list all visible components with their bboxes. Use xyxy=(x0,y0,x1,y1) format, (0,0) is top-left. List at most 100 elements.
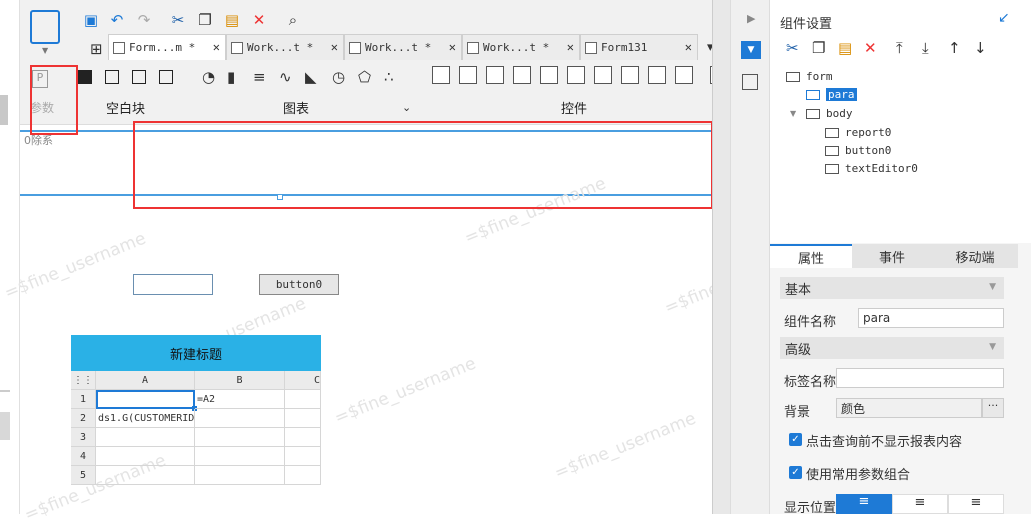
tab-work-1[interactable]: Work...t * ✕ xyxy=(226,34,344,60)
undo-icon[interactable]: ↶ xyxy=(108,11,126,29)
layout-icon[interactable] xyxy=(742,74,758,90)
scatter-icon[interactable]: ∴ xyxy=(384,68,394,86)
close-icon[interactable]: ✕ xyxy=(213,40,220,54)
radar-icon[interactable]: ⬠ xyxy=(358,68,371,86)
cell-c4[interactable] xyxy=(285,447,321,466)
hide-report-before-query-label[interactable]: 点击查询前不显示报表内容 xyxy=(806,431,962,450)
left-scroll-handle[interactable] xyxy=(0,95,8,125)
chevron-down-icon[interactable]: ⌄ xyxy=(402,101,411,114)
tree-item-para[interactable]: para xyxy=(806,88,857,101)
cell-a3[interactable] xyxy=(96,428,195,447)
more-icon[interactable]: ··· xyxy=(982,398,1004,418)
cell-b3[interactable] xyxy=(195,428,285,447)
row-header[interactable]: 5 xyxy=(71,466,96,485)
row-header[interactable]: 2 xyxy=(71,409,96,428)
preview-icon[interactable]: ⌕ xyxy=(284,11,302,29)
cut-icon[interactable]: ✂ xyxy=(169,11,187,29)
label-widget-icon[interactable] xyxy=(459,66,477,84)
tab-events[interactable]: 事件 xyxy=(852,244,932,268)
widget-settings-icon[interactable]: ▼ xyxy=(741,41,761,59)
text-widget-icon[interactable] xyxy=(486,66,504,84)
cell-b5[interactable] xyxy=(195,466,285,485)
text-editor-widget[interactable] xyxy=(133,274,213,295)
report-title[interactable]: 新建标题 xyxy=(71,335,321,371)
move-down-icon[interactable]: ↓ xyxy=(974,39,987,57)
delete-icon[interactable]: ✕ xyxy=(250,11,268,29)
tree-item-form[interactable]: form xyxy=(786,70,833,83)
section-basic[interactable]: 基本 ▼ xyxy=(780,277,1004,299)
cell-a5[interactable] xyxy=(96,466,195,485)
vertical-scrollbar[interactable] xyxy=(712,0,730,514)
cell-b1[interactable]: =A2 xyxy=(195,390,285,409)
move-up-icon[interactable]: ↑ xyxy=(948,39,961,57)
cell-a2[interactable]: ds1.G(CUSTOMERID xyxy=(96,409,195,428)
tree-item-texteditor0[interactable]: textEditor0 xyxy=(825,162,918,175)
expand-icon[interactable]: ↙ xyxy=(998,10,1010,26)
widget-name-input[interactable]: para xyxy=(858,308,1004,328)
cell-c1[interactable] xyxy=(285,390,321,409)
combo-widget-icon[interactable] xyxy=(513,66,531,84)
tree-item-button0[interactable]: button0 xyxy=(825,144,891,157)
delete-icon[interactable]: ✕ xyxy=(864,39,877,57)
close-icon[interactable]: ✕ xyxy=(331,40,338,54)
redo-icon[interactable]: ↷ xyxy=(135,11,153,29)
chevron-down-icon[interactable]: ▼ xyxy=(42,46,48,55)
align-right-icon[interactable]: ≡ xyxy=(948,494,1004,514)
date-widget-icon[interactable] xyxy=(540,66,558,84)
tab-properties[interactable]: 属性 xyxy=(770,244,852,268)
tag-name-input[interactable] xyxy=(836,368,1004,388)
calendar-widget-icon[interactable] xyxy=(567,66,585,84)
line-chart-icon[interactable]: ∿ xyxy=(279,68,292,86)
cell-a1[interactable] xyxy=(96,390,195,409)
left-panel-tab[interactable] xyxy=(0,412,10,440)
tree-expand-icon[interactable]: ▼ xyxy=(790,109,796,118)
gauge-icon[interactable]: ◷ xyxy=(332,68,345,86)
cut-icon[interactable]: ✂ xyxy=(786,39,799,57)
checkbox-checked-icon[interactable]: ✓ xyxy=(789,433,802,446)
textarea-widget-icon[interactable] xyxy=(621,66,639,84)
tab-form[interactable]: Form...m * ✕ xyxy=(108,34,226,60)
checkbox-checked-icon[interactable]: ✓ xyxy=(789,466,802,479)
tab-work-3[interactable]: Work...t * ✕ xyxy=(462,34,580,60)
row-header[interactable]: 1 xyxy=(71,390,96,409)
close-icon[interactable]: ✕ xyxy=(567,40,574,54)
grid-corner-icon[interactable]: ⋮⋮ xyxy=(71,371,96,390)
cell-b2[interactable] xyxy=(195,409,285,428)
hbar-chart-icon[interactable]: ≡ xyxy=(253,68,266,86)
cell-b4[interactable] xyxy=(195,447,285,466)
background-select[interactable]: 颜色 xyxy=(836,398,982,418)
grid-block-icon[interactable] xyxy=(159,70,173,84)
tree-item-body[interactable]: body xyxy=(806,107,853,120)
tree-item-report0[interactable]: report0 xyxy=(825,126,891,139)
cell-c2[interactable] xyxy=(285,409,321,428)
close-icon[interactable]: ✕ xyxy=(685,40,692,54)
grid-icon[interactable]: ⊞ xyxy=(90,40,103,58)
tab-form131[interactable]: Form131 ✕ xyxy=(580,34,698,60)
row-header[interactable]: 4 xyxy=(71,447,96,466)
row-header[interactable]: 3 xyxy=(71,428,96,447)
button-widget-icon[interactable] xyxy=(432,66,450,84)
report-grid[interactable]: ⋮⋮ A B C 1 2 3 4 5 =A2 ds1.G(CUSTOMERID xyxy=(71,371,321,485)
absolute-block-icon[interactable] xyxy=(78,70,92,84)
cell-c5[interactable] xyxy=(285,466,321,485)
radio-group-icon[interactable] xyxy=(648,66,666,84)
col-header[interactable]: C xyxy=(285,371,321,390)
report-block-icon[interactable] xyxy=(132,70,146,84)
number-widget-icon[interactable] xyxy=(594,66,612,84)
tab-work-2[interactable]: Work...t * ✕ xyxy=(344,34,462,60)
col-header[interactable]: B xyxy=(195,371,285,390)
checkbox-group-icon[interactable] xyxy=(675,66,693,84)
use-param-combo-label[interactable]: 使用常用参数组合 xyxy=(806,464,910,483)
area-chart-icon[interactable]: ◣ xyxy=(305,68,317,86)
close-icon[interactable]: ✕ xyxy=(449,40,456,54)
move-top-icon[interactable]: ⤒ xyxy=(896,39,903,57)
tab-block-icon[interactable] xyxy=(105,70,119,84)
button0-widget[interactable]: button0 xyxy=(259,274,339,295)
paste-icon[interactable]: ▤ xyxy=(838,39,852,57)
form-app-icon[interactable] xyxy=(30,10,60,44)
col-header[interactable]: A xyxy=(96,371,195,390)
bar-chart-icon[interactable]: ▮ xyxy=(227,68,235,86)
collapse-right-icon[interactable]: ▶ xyxy=(747,12,755,25)
cell-a4[interactable] xyxy=(96,447,195,466)
align-center-icon[interactable]: ≡ xyxy=(892,494,948,514)
